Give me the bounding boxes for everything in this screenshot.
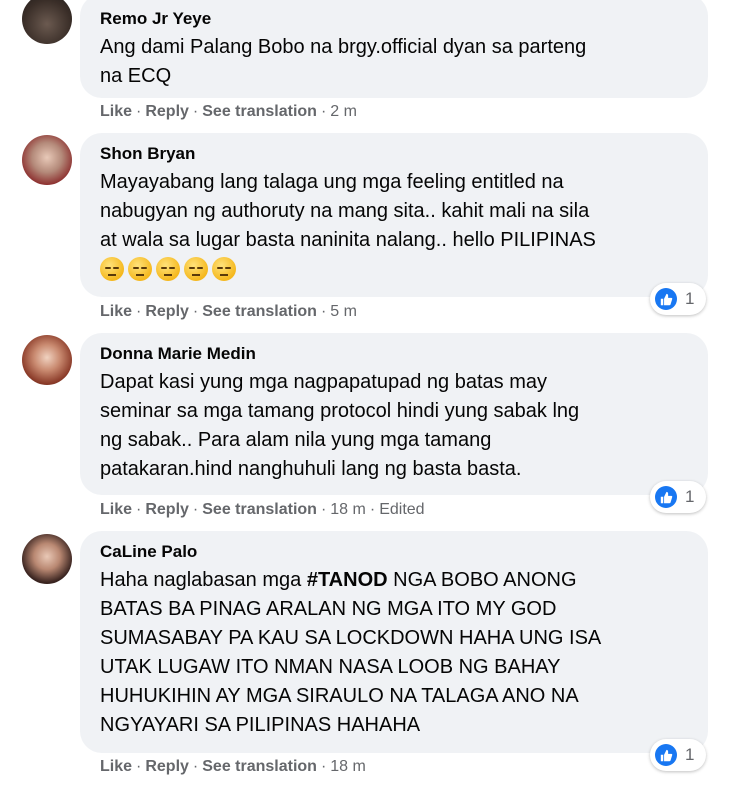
- avatar[interactable]: [22, 135, 72, 185]
- sad-face-icon: [156, 257, 180, 281]
- see-translation-link[interactable]: See translation: [202, 103, 317, 120]
- comment-author[interactable]: CaLine Palo: [100, 541, 688, 563]
- reply-link[interactable]: Reply: [145, 303, 189, 320]
- reply-link[interactable]: Reply: [145, 758, 189, 775]
- like-link[interactable]: Like: [100, 103, 132, 120]
- comment-author[interactable]: Shon Bryan: [100, 143, 688, 165]
- sad-face-icon: [100, 257, 124, 281]
- comment-text: Mayayabang lang talaga ung mga feeling e…: [100, 171, 596, 251]
- like-link[interactable]: Like: [100, 501, 132, 518]
- like-link[interactable]: Like: [100, 758, 132, 775]
- comment-text: Haha naglabasan mga #TANOD NGA BOBO ANON…: [100, 569, 602, 736]
- comment-actions: Like · Reply · See translation · 2 m: [100, 103, 357, 120]
- reply-link[interactable]: Reply: [145, 103, 189, 120]
- avatar[interactable]: [22, 534, 72, 584]
- reaction-badge[interactable]: 1: [650, 481, 706, 513]
- reaction-count: 1: [685, 487, 695, 506]
- comment-bubble: Donna Marie Medin Dapat kasi yung mga na…: [80, 333, 708, 495]
- see-translation-link[interactable]: See translation: [202, 758, 317, 775]
- timestamp[interactable]: 18 m: [330, 758, 366, 775]
- like-link[interactable]: Like: [100, 303, 132, 320]
- comment-author[interactable]: Donna Marie Medin: [100, 343, 688, 365]
- timestamp[interactable]: 5 m: [330, 303, 357, 320]
- reaction-count: 1: [685, 745, 695, 764]
- comment-text: Dapat kasi yung mga nagpapatupad ng bata…: [100, 371, 580, 480]
- emoji-row: [100, 257, 688, 285]
- reaction-badge[interactable]: 1: [650, 283, 706, 315]
- avatar[interactable]: [22, 0, 72, 44]
- thumbs-up-icon: [655, 288, 677, 310]
- sad-face-icon: [212, 257, 236, 281]
- thumbs-up-icon: [655, 486, 677, 508]
- comment-author[interactable]: Remo Jr Yeye: [100, 8, 688, 30]
- avatar[interactable]: [22, 335, 72, 385]
- comment-actions: Like · Reply · See translation · 5 m: [100, 303, 357, 320]
- comment-bubble: Remo Jr Yeye Ang dami Palang Bobo na brg…: [80, 0, 708, 98]
- see-translation-link[interactable]: See translation: [202, 303, 317, 320]
- sad-face-icon: [184, 257, 208, 281]
- edited-label: Edited: [379, 501, 425, 518]
- comment-text: Ang dami Palang Bobo na brgy.official dy…: [100, 36, 587, 87]
- reaction-badge[interactable]: 1: [650, 739, 706, 771]
- comment-bubble: Shon Bryan Mayayabang lang talaga ung mg…: [80, 133, 708, 297]
- reply-link[interactable]: Reply: [145, 501, 189, 518]
- thumbs-up-icon: [655, 744, 677, 766]
- timestamp[interactable]: 18 m: [330, 501, 366, 518]
- comment-actions: Like · Reply · See translation · 18 m · Edited: [100, 501, 425, 518]
- timestamp[interactable]: 2 m: [330, 103, 357, 120]
- comment-bubble: CaLine Palo Haha naglabasan mga #TANOD N…: [80, 531, 708, 753]
- sad-face-icon: [128, 257, 152, 281]
- comment-actions: Like · Reply · See translation · 18 m: [100, 758, 366, 775]
- see-translation-link[interactable]: See translation: [202, 501, 317, 518]
- reaction-count: 1: [685, 289, 695, 308]
- hashtag-link[interactable]: #TANOD: [307, 569, 388, 591]
